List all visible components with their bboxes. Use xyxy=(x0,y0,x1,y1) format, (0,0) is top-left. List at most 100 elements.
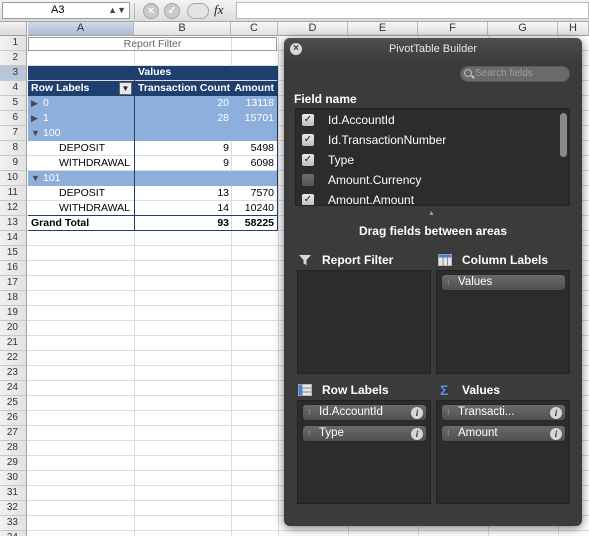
function-toggle-button[interactable] xyxy=(187,3,209,19)
name-box-stepper-icon[interactable]: ▲▼ xyxy=(108,4,126,17)
pivot-row-label[interactable]: DEPOSIT xyxy=(56,186,134,201)
row-header[interactable]: 30 xyxy=(0,471,27,486)
row-header[interactable]: 32 xyxy=(0,501,27,516)
cancel-formula-button[interactable]: × xyxy=(143,3,159,19)
pivot-row-amount[interactable]: 10240 xyxy=(232,201,277,216)
values-amount-pill[interactable]: ⁝ Amount i xyxy=(441,425,566,442)
pivot-row-count[interactable] xyxy=(135,126,232,141)
row-header[interactable]: 29 xyxy=(0,456,27,471)
row-header[interactable]: 31 xyxy=(0,486,27,501)
row-header[interactable]: 4 xyxy=(0,81,27,96)
report-filter-cell[interactable]: Report Filter xyxy=(28,37,277,51)
row-header[interactable]: 16 xyxy=(0,261,27,276)
name-box[interactable]: A3 ▲▼ xyxy=(2,2,130,19)
formula-input[interactable] xyxy=(236,2,589,19)
row-header[interactable]: 22 xyxy=(0,351,27,366)
pivot-row-amount[interactable]: 7570 xyxy=(232,186,277,201)
column-header[interactable]: E xyxy=(348,22,418,36)
pivot-row-count[interactable]: 28 xyxy=(135,111,232,126)
row-header[interactable]: 14 xyxy=(0,231,27,246)
column-header[interactable]: F xyxy=(418,22,488,36)
row-header[interactable]: 19 xyxy=(0,306,27,321)
pivot-row-label[interactable]: 100 xyxy=(40,126,130,141)
confirm-formula-button[interactable]: ✓ xyxy=(164,3,180,19)
pivot-row-amount[interactable]: 15701 xyxy=(232,111,277,126)
row-header[interactable]: 3 xyxy=(0,66,27,81)
checkbox-checked-icon[interactable]: ✓ xyxy=(302,194,314,205)
row-header[interactable]: 27 xyxy=(0,426,27,441)
row-header[interactable]: 28 xyxy=(0,441,27,456)
collapse-triangle-icon[interactable]: ▼ xyxy=(31,171,40,186)
row-header[interactable]: 5 xyxy=(0,96,27,111)
info-icon[interactable]: i xyxy=(411,407,423,419)
info-icon[interactable]: i xyxy=(550,407,562,419)
insert-function-button[interactable]: fx xyxy=(214,2,223,18)
row-header[interactable]: 9 xyxy=(0,156,27,171)
column-header[interactable]: A xyxy=(28,22,134,36)
checkbox-checked-icon[interactable]: ✓ xyxy=(302,114,314,126)
expand-triangle-icon[interactable]: ▶ xyxy=(31,111,38,126)
splitter-handle-icon[interactable]: ▲ xyxy=(428,210,435,217)
collapse-triangle-icon[interactable]: ▼ xyxy=(31,126,40,141)
row-header[interactable]: 7 xyxy=(0,126,27,141)
row-labels-drop-area[interactable]: ⁝ Id.AccountId i ⁝ Type i xyxy=(297,400,431,504)
pivot-row-label[interactable]: 1 xyxy=(40,111,130,126)
expand-triangle-icon[interactable]: ▶ xyxy=(31,96,38,111)
pivot-row-label[interactable]: DEPOSIT xyxy=(56,141,134,156)
values-transaction-pill[interactable]: ⁝ Transacti... i xyxy=(441,404,566,421)
pivot-row-count[interactable]: 20 xyxy=(135,96,232,111)
column-labels-values-pill[interactable]: ⁝ Values xyxy=(441,274,566,291)
pivot-row-label[interactable]: 0 xyxy=(40,96,130,111)
column-header[interactable]: H xyxy=(558,22,589,36)
row-header[interactable]: 34 xyxy=(0,531,27,536)
info-icon[interactable]: i xyxy=(550,428,562,440)
column-header[interactable]: G xyxy=(488,22,558,36)
pivot-row-label[interactable]: WITHDRAWAL xyxy=(56,201,134,216)
row-labels-type-pill[interactable]: ⁝ Type i xyxy=(302,425,427,442)
values-drop-area[interactable]: ⁝ Transacti... i ⁝ Amount i xyxy=(436,400,570,504)
report-filter-drop-area[interactable] xyxy=(297,270,431,374)
pivot-row-count[interactable]: 9 xyxy=(135,141,232,156)
row-header[interactable]: 15 xyxy=(0,246,27,261)
row-header[interactable]: 23 xyxy=(0,366,27,381)
column-labels-drop-area[interactable]: ⁝ Values xyxy=(436,270,570,374)
field-list[interactable]: ✓ Id.AccountId ✓ Id.TransactionNumber ✓ Type A… xyxy=(295,108,570,206)
row-header[interactable]: 20 xyxy=(0,321,27,336)
row-header[interactable]: 24 xyxy=(0,381,27,396)
row-header[interactable]: 12 xyxy=(0,201,27,216)
checkbox-checked-icon[interactable]: ✓ xyxy=(302,134,314,146)
column-header[interactable]: C xyxy=(231,22,278,36)
pivot-row-amount[interactable]: 13118 xyxy=(232,96,277,111)
checkbox-unchecked-icon[interactable] xyxy=(302,174,314,186)
checkbox-checked-icon[interactable]: ✓ xyxy=(302,154,314,166)
field-list-scrollbar[interactable] xyxy=(560,113,567,157)
panel-title[interactable]: PivotTable Builder xyxy=(284,38,582,60)
row-header[interactable]: 1 xyxy=(0,36,27,51)
grand-total-count[interactable]: 93 xyxy=(135,216,232,231)
info-icon[interactable]: i xyxy=(411,428,423,440)
pivot-row-amount[interactable]: 5498 xyxy=(232,141,277,156)
pivot-row-count[interactable]: 9 xyxy=(135,156,232,171)
row-header[interactable]: 11 xyxy=(0,186,27,201)
close-icon[interactable]: × xyxy=(290,43,302,55)
grand-total-amount[interactable]: 58225 xyxy=(232,216,277,231)
pivot-row-amount[interactable]: 6098 xyxy=(232,156,277,171)
row-header[interactable]: 13 xyxy=(0,216,27,231)
column-header[interactable]: D xyxy=(278,22,348,36)
row-header[interactable]: 18 xyxy=(0,291,27,306)
row-header[interactable]: 26 xyxy=(0,411,27,426)
select-all-corner[interactable] xyxy=(0,22,27,36)
row-labels-accountid-pill[interactable]: ⁝ Id.AccountId i xyxy=(302,404,427,421)
pivot-row-label[interactable]: 101 xyxy=(40,171,130,186)
row-header[interactable]: 10 xyxy=(0,171,27,186)
row-header[interactable]: 2 xyxy=(0,51,27,66)
row-header[interactable]: 33 xyxy=(0,516,27,531)
row-header[interactable]: 21 xyxy=(0,336,27,351)
pivot-row-amount[interactable] xyxy=(232,171,277,186)
pivot-row-count[interactable] xyxy=(135,171,232,186)
grand-total-label[interactable]: Grand Total xyxy=(28,216,134,231)
column-header[interactable]: B xyxy=(134,22,231,36)
search-fields-input[interactable]: Search fields xyxy=(460,66,570,82)
row-header[interactable]: 25 xyxy=(0,396,27,411)
pivot-row-amount[interactable] xyxy=(232,126,277,141)
